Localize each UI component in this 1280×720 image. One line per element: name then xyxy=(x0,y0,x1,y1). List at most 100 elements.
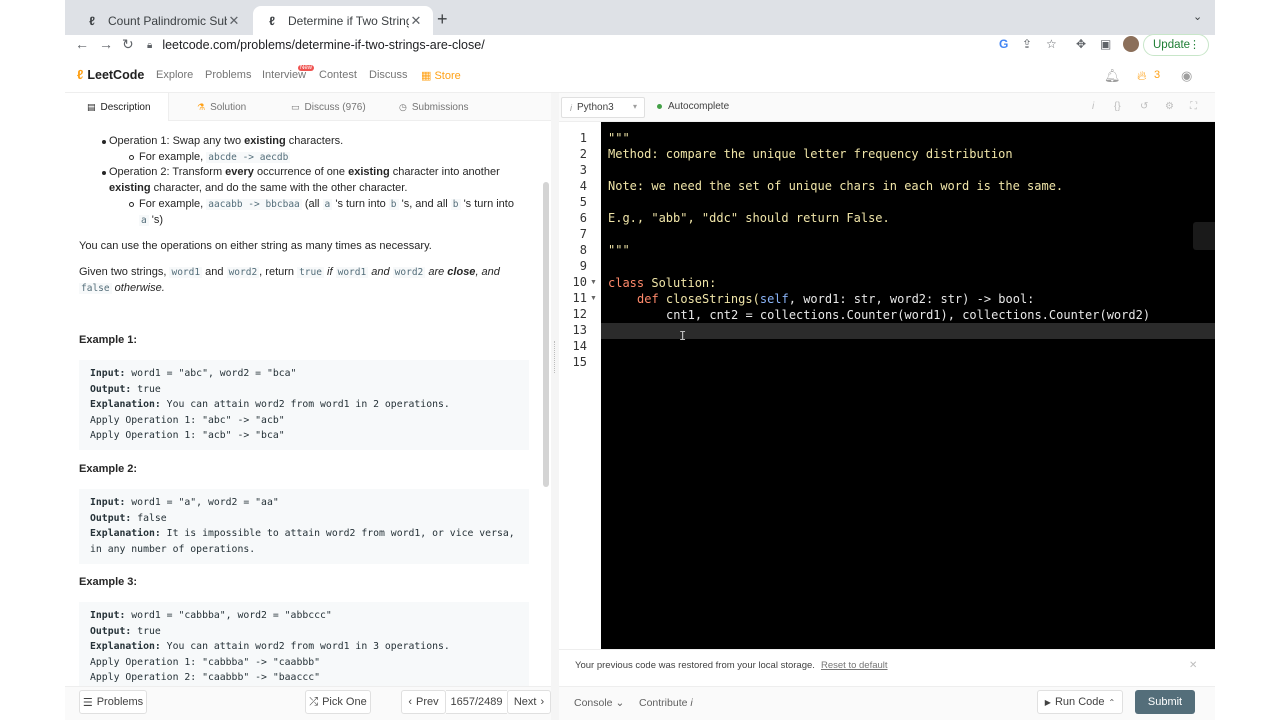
nav-store[interactable]: ▦ Store xyxy=(421,69,461,82)
contribute-label: Contribute xyxy=(639,697,688,709)
browser-window: ℓ Count Palindromic Subsequenc ✕ ℓ Deter… xyxy=(65,0,1215,720)
code-line-8: """ xyxy=(608,243,630,257)
next-button[interactable]: Next › xyxy=(507,690,551,714)
leetcode-logo[interactable]: ℓ LeetCode xyxy=(77,67,144,82)
operation-2-text-line2: existing character, and do the same with… xyxy=(109,182,408,194)
line-number: 8 xyxy=(579,243,587,257)
bullet xyxy=(102,140,106,144)
info-icon: i xyxy=(690,697,693,709)
editor-scroll-marker xyxy=(1193,222,1215,250)
pane-splitter[interactable] xyxy=(551,93,559,720)
fullscreen-icon[interactable]: ⛶ xyxy=(1190,101,1197,112)
user-account-icon[interactable]: ◉ xyxy=(1181,68,1192,84)
sub-bullet xyxy=(129,202,134,207)
description-scrollbar[interactable] xyxy=(543,182,549,487)
bookmark-star-icon[interactable]: ☆ xyxy=(1046,37,1057,51)
share-icon[interactable]: ⇪ xyxy=(1022,37,1032,51)
language-select[interactable]: i Python3 ▾ xyxy=(561,97,645,118)
braces-icon[interactable]: {} xyxy=(1114,101,1121,112)
tab-description[interactable]: ▤ Description xyxy=(65,93,169,121)
close-tab-icon[interactable]: ✕ xyxy=(227,13,241,29)
browser-tab-palindromic[interactable]: ℓ Count Palindromic Subsequenc ✕ xyxy=(73,6,251,35)
play-icon: ▶ xyxy=(1044,697,1051,707)
console-label: Console xyxy=(574,697,613,709)
tab-search-chevron-icon[interactable]: ⌄ xyxy=(1193,10,1202,23)
nav-problems[interactable]: Problems xyxy=(205,69,251,81)
caret-up-icon: ⌃ xyxy=(1108,697,1116,707)
close-tab-icon[interactable]: ✕ xyxy=(409,13,423,29)
new-badge: New xyxy=(298,65,315,71)
button-label: Prev xyxy=(416,696,439,708)
new-tab-icon[interactable]: + xyxy=(437,9,448,30)
side-panel-icon[interactable]: ▣ xyxy=(1100,37,1111,51)
extensions-puzzle-icon[interactable]: ✥ xyxy=(1076,37,1086,51)
settings-icon[interactable]: ⚙ xyxy=(1165,101,1174,112)
back-arrow-icon[interactable]: ← xyxy=(75,36,89,52)
shuffle-icon: ⤮ xyxy=(309,695,319,708)
nav-contest[interactable]: Contest xyxy=(319,69,357,81)
line-number: 1 xyxy=(579,131,587,145)
contribute-link[interactable]: Contribute i xyxy=(639,697,693,709)
button-label: Next xyxy=(513,696,537,708)
reset-icon[interactable]: ↺ xyxy=(1140,101,1148,112)
operation-2-text: Operation 2: Transform every occurrence … xyxy=(109,166,500,178)
description-icon: ▤ xyxy=(87,101,96,112)
nav-explore[interactable]: Explore xyxy=(156,69,193,81)
chevron-right-icon: › xyxy=(540,696,545,708)
tab-label: Solution xyxy=(210,101,247,113)
url-text: leetcode.com/problems/determine-if-two-s… xyxy=(162,38,485,52)
tab-discuss[interactable]: ▭ Discuss (976) xyxy=(291,93,366,121)
example-1-block: Input: word1 = "abc", word2 = "bca" Outp… xyxy=(79,360,529,450)
operation-2-example: For example, aacabb -> bbcbaa (all a 's … xyxy=(139,198,514,210)
tab-solution[interactable]: ⚗ Solution xyxy=(197,93,246,121)
problems-list-button[interactable]: ☰ Problems xyxy=(79,690,147,714)
prev-button[interactable]: ‹ Prev xyxy=(401,690,446,714)
code-line-1: """ xyxy=(608,131,630,145)
problem-statement: Given two strings, word1 and word2, retu… xyxy=(79,266,500,278)
left-margin xyxy=(0,0,65,720)
close-icon[interactable]: ✕ xyxy=(1189,660,1197,671)
browser-toolbar: ← → ↻ 🔒︎ leetcode.com/problems/determine… xyxy=(65,34,1215,57)
sub-bullet xyxy=(129,155,134,160)
line-number: 7 xyxy=(579,227,587,241)
tab-strip: ℓ Count Palindromic Subsequenc ✕ ℓ Deter… xyxy=(65,0,1215,35)
nav-discuss[interactable]: Discuss xyxy=(369,69,408,81)
more-vert-icon: ⋮ xyxy=(1189,39,1200,51)
problem-counter[interactable]: 1657/2489 xyxy=(446,690,507,714)
fold-arrow-icon[interactable]: ▼ xyxy=(590,295,597,302)
address-bar[interactable]: 🔒︎ leetcode.com/problems/determine-if-tw… xyxy=(147,34,1047,56)
reset-to-default-link[interactable]: Reset to default xyxy=(821,660,888,671)
problem-tabs: ▤ Description ⚗ Solution ▭ Discuss (976) ◷ S… xyxy=(65,93,551,121)
submit-button[interactable]: Submit xyxy=(1135,690,1195,714)
profile-avatar[interactable] xyxy=(1123,36,1139,52)
browser-tab-close-strings[interactable]: ℓ Determine if Two Strings Are C ✕ xyxy=(253,6,433,35)
text-cursor-icon: I xyxy=(679,329,687,343)
problem-nav-bar: ☰ Problems ⤮ Pick One ‹ Prev 1657/2489 Next… xyxy=(65,686,551,720)
discuss-chat-icon: ▭ xyxy=(291,101,300,112)
example-2-heading: Example 2: xyxy=(79,463,138,475)
reload-icon[interactable]: ↻ xyxy=(122,36,134,53)
line-number: 13 xyxy=(572,323,587,337)
code-line-6: E.g., "abb", "ddc" should return False. xyxy=(608,211,890,225)
problem-description: Operation 1: Swap any two existing chara… xyxy=(65,122,543,689)
pick-one-button[interactable]: ⤮ Pick One xyxy=(305,690,371,714)
info-icon[interactable]: i xyxy=(1092,101,1094,112)
streak-count: 3 xyxy=(1154,69,1161,81)
autocomplete-toggle[interactable]: Autocomplete xyxy=(657,101,729,112)
google-icon[interactable]: G xyxy=(999,37,1008,51)
forward-arrow-icon[interactable]: → xyxy=(99,36,113,52)
line-number: 3 xyxy=(579,163,587,177)
bullet xyxy=(102,171,106,175)
update-button[interactable]: Update ⋮ xyxy=(1143,34,1209,56)
editor-action-bar: Console ⌄ Contribute i ▶ Run Code ⌃ Submit xyxy=(559,686,1215,720)
fold-arrow-icon[interactable]: ▼ xyxy=(590,279,597,286)
line-number: 4 xyxy=(579,179,587,193)
tab-title: Count Palindromic Subsequenc xyxy=(108,13,227,28)
run-code-button[interactable]: ▶ Run Code ⌃ xyxy=(1037,690,1123,714)
notification-bell-icon[interactable]: 🔔︎ xyxy=(1104,68,1121,84)
code-editor[interactable]: """ Method: compare the unique letter fr… xyxy=(601,122,1215,649)
streak-fire-icon[interactable]: 🔥︎ xyxy=(1137,68,1147,84)
console-toggle[interactable]: Console ⌄ xyxy=(574,697,624,709)
tab-submissions[interactable]: ◷ Submissions xyxy=(399,93,469,121)
operation-2-example-line2: a 's) xyxy=(139,214,164,226)
